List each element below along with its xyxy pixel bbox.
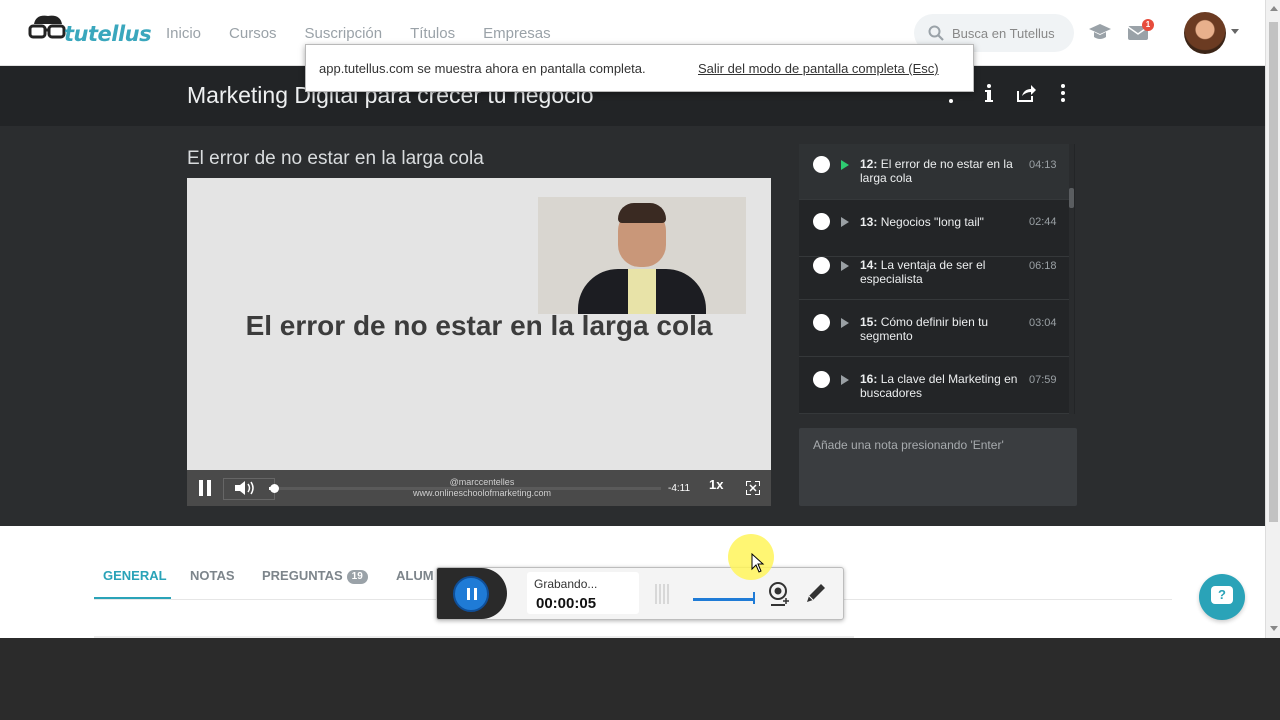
fullscreen-notification: app.tutellus.com se muestra ahora en pan… [305, 44, 974, 92]
volume-icon[interactable] [235, 480, 257, 496]
recording-volume-handle[interactable] [753, 592, 755, 604]
help-chat-icon: ? [1211, 586, 1233, 604]
lesson-status-icon[interactable] [813, 156, 830, 173]
note-input[interactable] [799, 428, 1077, 506]
tab-preguntas[interactable]: PREGUNTAS 19 [262, 568, 368, 584]
search-icon [928, 25, 944, 41]
tab-preguntas-label: PREGUNTAS [262, 568, 343, 583]
lesson-title: El error de no estar en la larga cola [187, 148, 484, 169]
page-scrollbar[interactable] [1265, 0, 1280, 638]
lesson-list: 12: El error de no estar en la larga col… [799, 144, 1075, 414]
active-tab-indicator [94, 597, 171, 599]
nav-link-inicio[interactable]: Inicio [166, 25, 201, 42]
search-input[interactable] [952, 24, 1070, 42]
chevron-down-icon[interactable] [1231, 29, 1239, 34]
lesson-status-icon[interactable] [813, 371, 830, 388]
questions-count-badge: 19 [346, 570, 368, 584]
nav-link-cursos[interactable]: Cursos [229, 25, 277, 42]
play-icon [841, 375, 849, 385]
lesson-duration: 06:18 [1029, 260, 1057, 272]
video-watermark-text: @marccentelles www.onlineschoolofmarketi… [387, 477, 577, 499]
messages-badge: 1 [1142, 19, 1154, 31]
help-chat-button[interactable]: ? [1199, 574, 1245, 620]
playback-speed-button[interactable]: 1x [709, 477, 723, 492]
exit-fullscreen-link[interactable]: Salir del modo de pantalla completa (Esc… [698, 61, 939, 76]
nav-link-titulos[interactable]: Títulos [410, 25, 455, 42]
lesson-status-icon[interactable] [813, 257, 830, 274]
recording-label: Grabando... [534, 577, 598, 591]
share-icon[interactable] [1015, 82, 1037, 104]
more-vertical-icon[interactable] [1052, 82, 1074, 104]
video-progress-handle[interactable] [269, 484, 279, 493]
user-avatar[interactable] [1184, 12, 1226, 54]
fullscreen-message: app.tutellus.com se muestra ahora en pan… [319, 61, 646, 76]
presenter-webcam-image [538, 197, 746, 314]
bottom-dark-band [0, 638, 1280, 720]
video-player[interactable]: El error de no estar en la larga cola @m… [187, 178, 771, 506]
pen-icon[interactable] [804, 581, 828, 605]
tab-alumnos[interactable]: ALUM [396, 568, 434, 583]
lesson-item-label: 12: El error de no estar en la larga col… [860, 157, 1013, 185]
remaining-time: -4:11 [668, 483, 691, 494]
nav-link-suscripcion[interactable]: Suscripción [305, 25, 383, 42]
graduation-cap-icon[interactable] [1089, 22, 1111, 42]
webcam-icon[interactable] [767, 581, 791, 607]
play-icon [841, 160, 849, 170]
recording-timer: 00:00:05 [536, 595, 597, 612]
play-icon [841, 318, 849, 328]
drag-handle-icon[interactable] [653, 582, 671, 606]
fullscreen-icon[interactable] [746, 481, 760, 495]
tab-general[interactable]: GENERAL [103, 568, 167, 583]
player-area: El error de no estar en la larga cola El… [0, 126, 1265, 526]
recording-status: Grabando... 00:00:05 [527, 572, 639, 614]
tab-notas[interactable]: NOTAS [190, 568, 235, 583]
lesson-item-label: 15: Cómo definir bien tu segmento [860, 315, 989, 343]
watermark-handle: @marccentelles [449, 477, 515, 487]
lesson-item-label: 14: La ventaja de ser el especialista [860, 258, 986, 286]
screen-recorder-widget: Grabando... 00:00:05 [436, 567, 844, 620]
lesson-list-scroll-thumb[interactable] [1069, 188, 1074, 208]
lesson-item-12[interactable]: 12: El error de no estar en la larga col… [799, 144, 1069, 200]
brand-name: tutellus [64, 22, 152, 46]
recorder-control-panel [437, 568, 507, 619]
play-icon [841, 217, 849, 227]
lesson-status-icon[interactable] [813, 314, 830, 331]
scroll-down-icon[interactable] [1270, 626, 1278, 631]
mouse-cursor-icon [751, 553, 765, 573]
scrollbar-thumb[interactable] [1269, 22, 1278, 522]
tutellus-logo[interactable]: tutellus [28, 12, 152, 48]
lesson-duration: 04:13 [1029, 159, 1057, 171]
scroll-up-icon[interactable] [1270, 6, 1278, 11]
recording-volume-slider[interactable] [693, 598, 755, 601]
video-controls: @marccentelles www.onlineschoolofmarketi… [187, 470, 771, 506]
lesson-duration: 03:04 [1029, 317, 1057, 329]
lesson-item-14[interactable]: 14: La ventaja de ser el especialista 06… [799, 244, 1069, 300]
lesson-item-15[interactable]: 15: Cómo definir bien tu segmento 03:04 [799, 301, 1069, 357]
lesson-list-scrollbar[interactable] [1069, 144, 1074, 414]
nav-link-empresas[interactable]: Empresas [483, 25, 551, 42]
lesson-item-label: 16: La clave del Marketing en buscadores [860, 372, 1018, 400]
lesson-status-icon[interactable] [813, 213, 830, 230]
glasses-face-icon [28, 15, 66, 39]
lesson-item-label: 13: Negocios "long tail" [860, 215, 984, 229]
slide-heading: El error de no estar en la larga cola [245, 310, 713, 341]
play-icon [841, 261, 849, 271]
note-box[interactable] [799, 428, 1077, 506]
watermark-url: www.onlineschoolofmarketing.com [412, 488, 552, 498]
main-nav: Inicio Cursos Suscripción Títulos Empres… [166, 25, 579, 42]
lesson-item-16[interactable]: 16: La clave del Marketing en buscadores… [799, 358, 1069, 414]
lesson-duration: 07:59 [1029, 374, 1057, 386]
recording-pause-button[interactable] [453, 576, 489, 612]
info-icon[interactable] [978, 82, 1000, 104]
lesson-duration: 02:44 [1029, 216, 1057, 228]
pause-button[interactable] [199, 480, 213, 496]
